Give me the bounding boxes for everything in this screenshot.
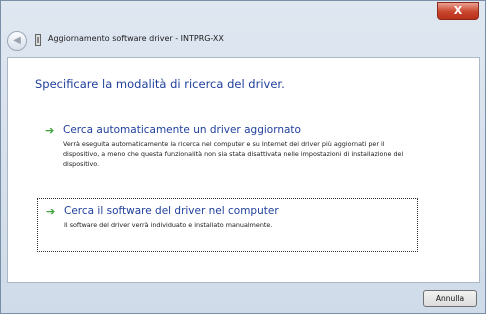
dialog-window: X ◀ Aggiornamento software driver - INTP… (0, 0, 486, 314)
close-button[interactable]: X (437, 2, 479, 20)
window-title: Aggiornamento software driver - INTPRG-X… (48, 34, 224, 43)
content-panel: Specificare la modalità di ricerca del d… (7, 57, 480, 283)
back-arrow-icon: ◀ (13, 35, 21, 46)
back-button[interactable]: ◀ (7, 31, 27, 51)
option-description: Il software del driver verrà individuato… (64, 221, 273, 229)
device-driver-icon (35, 34, 41, 46)
green-arrow-icon: ➔ (46, 205, 56, 218)
option-title: Cerca il software del driver nel compute… (64, 205, 279, 217)
browse-computer-option[interactable]: ➔ Cerca il software del driver nel compu… (37, 198, 418, 252)
page-heading: Specificare la modalità di ricerca del d… (35, 77, 285, 91)
option-title: Cerca automaticamente un driver aggiorna… (63, 124, 301, 136)
option-description: Verrà eseguita automaticamente la ricerc… (63, 140, 404, 168)
dialog-header: ◀ Aggiornamento software driver - INTPRG… (7, 28, 481, 54)
green-arrow-icon: ➔ (45, 124, 55, 137)
cancel-button[interactable]: Annulla (423, 290, 477, 307)
search-automatically-option[interactable]: ➔ Cerca automaticamente un driver aggior… (37, 120, 418, 180)
